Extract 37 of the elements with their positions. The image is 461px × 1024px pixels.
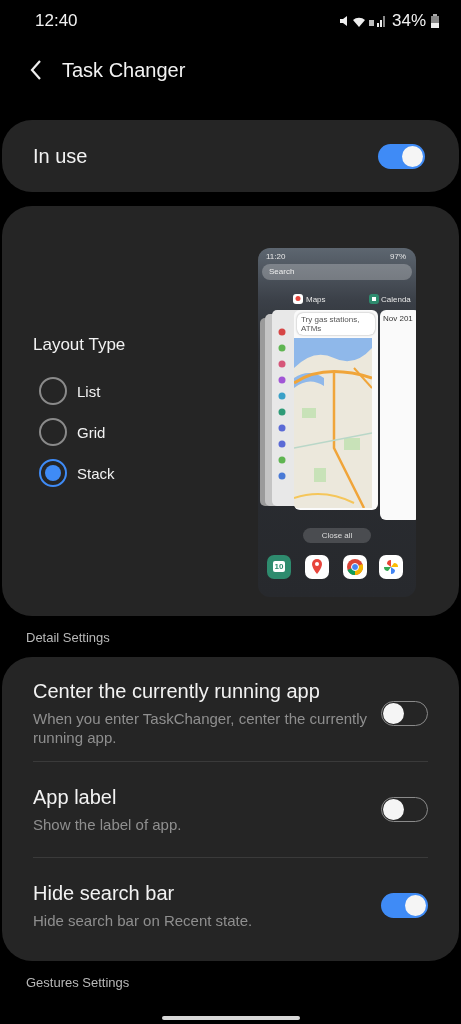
section-header: Detail Settings <box>25 629 111 647</box>
radio-button[interactable] <box>39 418 67 446</box>
browser-icon[interactable] <box>343 554 367 579</box>
setting-label: In use <box>33 144 88 168</box>
app-label: Maps <box>306 294 326 304</box>
preview-battery: 97% <box>390 251 406 261</box>
section-header: Gestures Settings <box>25 974 131 992</box>
toggle-switch[interactable] <box>378 143 425 169</box>
toggle-switch[interactable] <box>381 893 428 918</box>
battery-icon <box>431 14 439 28</box>
setting-title: App label <box>33 785 118 809</box>
page-title: Task Changer <box>62 58 186 82</box>
setting-description: Show the label of app. <box>33 814 182 834</box>
calendar-month: Nov 201 <box>383 313 413 323</box>
calendar-icon[interactable]: 10 <box>267 554 291 579</box>
close-all-button[interactable]: Close all <box>303 527 371 543</box>
pinwheel-icon[interactable] <box>379 554 403 579</box>
preview-time: 11:20 <box>266 251 286 261</box>
battery-percent: 34% <box>391 11 426 31</box>
setting-description: Hide search bar on Recent state. <box>33 910 253 930</box>
calendar-app-icon <box>369 293 379 304</box>
maps-search-field[interactable]: Try gas stations, ATMs <box>297 312 375 335</box>
option-label: Stack <box>77 464 115 482</box>
app-label: Calenda <box>381 294 411 304</box>
back-icon[interactable] <box>30 60 42 80</box>
map-pin-icon[interactable] <box>305 554 329 579</box>
setting-description: When you enter TaskChanger, center the currently running app. <box>33 708 369 747</box>
radio-button[interactable] <box>39 459 67 487</box>
option-label: List <box>77 382 101 400</box>
status-time: 12:40 <box>35 11 78 31</box>
radio-button[interactable] <box>39 377 67 405</box>
setting-title: Center the currently running app <box>33 679 321 703</box>
setting-title: Hide search bar <box>33 881 176 905</box>
maps-app-icon <box>293 293 303 304</box>
signal-icon <box>338 14 387 28</box>
layout-type-title: Layout Type <box>33 335 126 355</box>
option-label: Grid <box>77 423 106 441</box>
